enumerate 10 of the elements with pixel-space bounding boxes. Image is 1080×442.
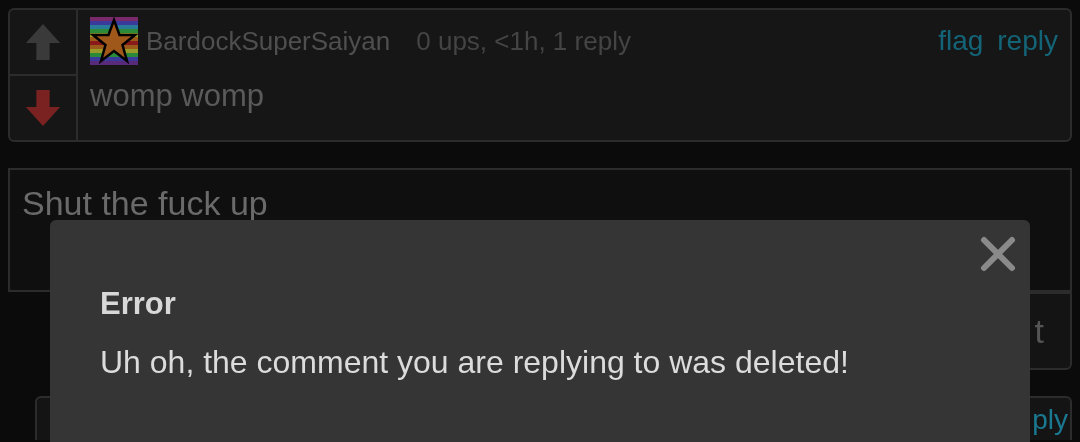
username[interactable]: BardockSuperSaiyan <box>146 25 391 57</box>
action-link[interactable]: ply <box>1032 406 1068 434</box>
comment-action-link[interactable]: reply <box>997 25 1058 57</box>
up-arrow-icon[interactable] <box>24 21 62 63</box>
close-icon[interactable] <box>980 236 1016 272</box>
avatar-icon <box>90 17 138 65</box>
comment-text: womp womp <box>90 77 265 114</box>
dialog-message: Uh oh, the comment you are replying to was deleted! <box>100 344 850 381</box>
dialog-title: Error <box>100 286 177 322</box>
comment-action-link[interactable]: flag <box>938 25 984 57</box>
